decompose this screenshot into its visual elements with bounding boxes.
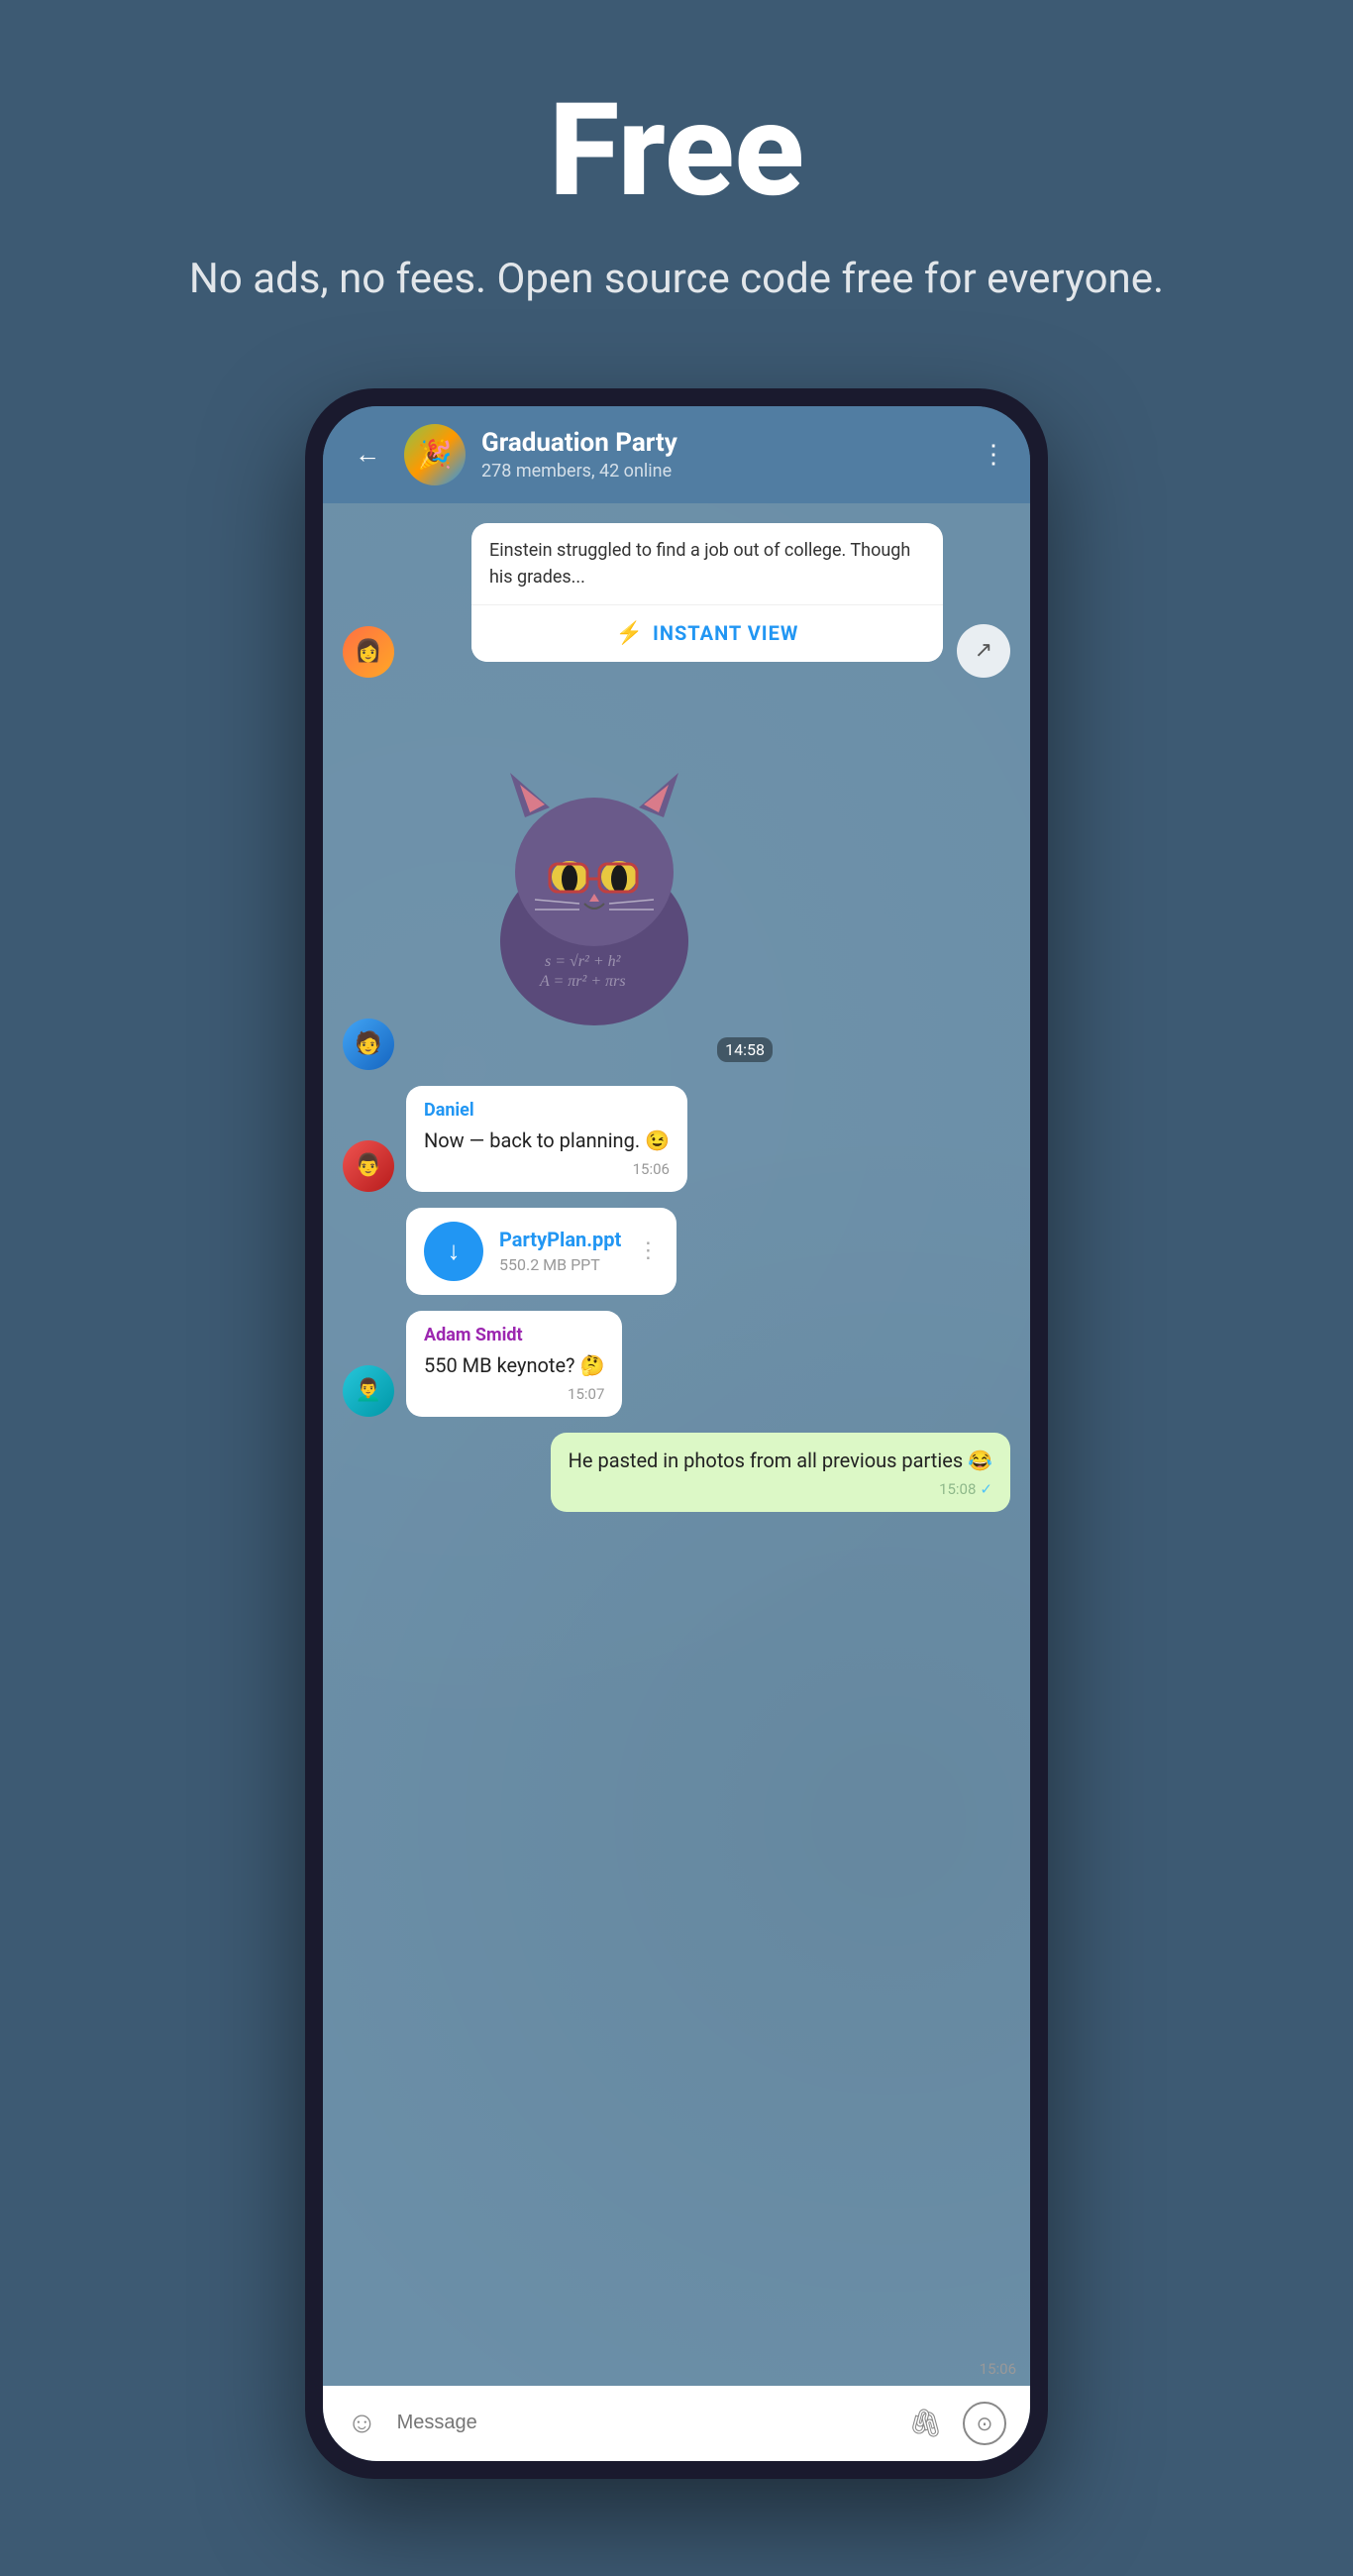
chat-header-info: Graduation Party 278 members, 42 online <box>481 428 965 482</box>
adam-message-row: 👨‍🦱 Adam Smidt 550 MB keynote? 🤔 15:07 <box>343 1311 1010 1417</box>
emoji-button[interactable]: ☺ <box>347 2406 377 2440</box>
hero-title: Free <box>40 79 1313 221</box>
checkmark-icon: ✓ <box>980 1480 992 1498</box>
chat-header: ← 🎉 Graduation Party 278 members, 42 onl… <box>323 406 1030 503</box>
camera-button[interactable]: ⊙ <box>963 2402 1006 2445</box>
daniel-bubble: Daniel Now — back to planning. 😉 15:06 <box>406 1086 687 1192</box>
instant-view-card: Einstein struggled to find a job out of … <box>471 523 943 662</box>
instant-view-button[interactable]: ⚡ INSTANT VIEW <box>471 605 943 662</box>
avatar-female: 👩 <box>343 626 394 678</box>
file-bubble: ↓ PartyPlan.ppt 550.2 MB PPT ⋮ 15:06 <box>406 1208 676 1295</box>
adam-time: 15:07 <box>424 1385 604 1403</box>
cat-sticker-svg: s = √r² + h² A = πr² + πrs <box>456 733 733 1030</box>
sticker-row: 🧑 t = πr² A = πr² + πrs V = l³ P = 2πr s… <box>343 694 1010 1070</box>
hero-subtitle: No ads, no fees. Open source code free f… <box>40 251 1313 309</box>
sent-time: 15:08 ✓ <box>569 1480 992 1498</box>
more-options-button[interactable]: ⋮ <box>981 440 1006 470</box>
avatar-male1: 🧑 <box>343 1019 394 1070</box>
phone-outer: ← 🎉 Graduation Party 278 members, 42 onl… <box>305 388 1048 2479</box>
instant-view-row: 👩 Einstein struggled to find a job out o… <box>343 523 1010 678</box>
sticker-time: 14:58 <box>717 1037 773 1062</box>
svg-text:A = πr² + πrs: A = πr² + πrs <box>539 973 626 990</box>
phone-inner: ← 🎉 Graduation Party 278 members, 42 onl… <box>323 406 1030 2461</box>
file-name: PartyPlan.ppt <box>499 1228 621 1251</box>
chat-area: 👩 Einstein struggled to find a job out o… <box>323 503 1030 2386</box>
daniel-time: 15:06 <box>424 1160 670 1178</box>
phone-mockup: ← 🎉 Graduation Party 278 members, 42 onl… <box>305 388 1048 2479</box>
share-button[interactable]: ↗ <box>957 624 1010 678</box>
file-info: PartyPlan.ppt 550.2 MB PPT <box>499 1228 621 1274</box>
avatar-male2: 👨 <box>343 1140 394 1192</box>
sent-bubble: He pasted in photos from all previous pa… <box>551 1433 1010 1512</box>
sent-text: He pasted in photos from all previous pa… <box>569 1447 992 1474</box>
sent-message-row: He pasted in photos from all previous pa… <box>343 1433 1010 1512</box>
instant-view-label: INSTANT VIEW <box>653 621 798 645</box>
download-button[interactable]: ↓ <box>424 1222 483 1281</box>
group-avatar: 🎉 <box>404 424 466 485</box>
hero-section: Free No ads, no fees. Open source code f… <box>0 0 1353 369</box>
lightning-icon: ⚡ <box>616 621 643 646</box>
file-message-row: ↓ PartyPlan.ppt 550.2 MB PPT ⋮ 15:06 <box>343 1208 1010 1295</box>
adam-bubble: Adam Smidt 550 MB keynote? 🤔 15:07 <box>406 1311 622 1417</box>
avatar-male3: 👨‍🦱 <box>343 1365 394 1417</box>
adam-text: 550 MB keynote? 🤔 <box>424 1351 604 1379</box>
file-menu-button[interactable]: ⋮ <box>637 1238 659 1263</box>
iv-article-text: Einstein struggled to find a job out of … <box>471 523 943 605</box>
attach-button[interactable]: 🖇 <box>907 2407 943 2439</box>
adam-sender: Adam Smidt <box>424 1325 604 1345</box>
back-button[interactable]: ← <box>347 435 388 474</box>
svg-text:s = √r² + h²: s = √r² + h² <box>545 953 622 970</box>
group-status: 278 members, 42 online <box>481 461 965 482</box>
iv-card-group: Einstein struggled to find a job out of … <box>408 523 943 678</box>
sticker-container: t = πr² A = πr² + πrs V = l³ P = 2πr s =… <box>406 694 782 1070</box>
message-input[interactable] <box>397 2412 888 2434</box>
file-size: 550.2 MB PPT <box>499 1255 621 1274</box>
group-name: Graduation Party <box>481 428 965 458</box>
daniel-message-row: 👨 Daniel Now — back to planning. 😉 15:06 <box>343 1086 1010 1192</box>
file-time: 15:06 <box>980 2360 1016 2378</box>
daniel-sender: Daniel <box>424 1100 670 1121</box>
input-bar: ☺ 🖇 ⊙ <box>323 2386 1030 2461</box>
daniel-text: Now — back to planning. 😉 <box>424 1127 670 1154</box>
